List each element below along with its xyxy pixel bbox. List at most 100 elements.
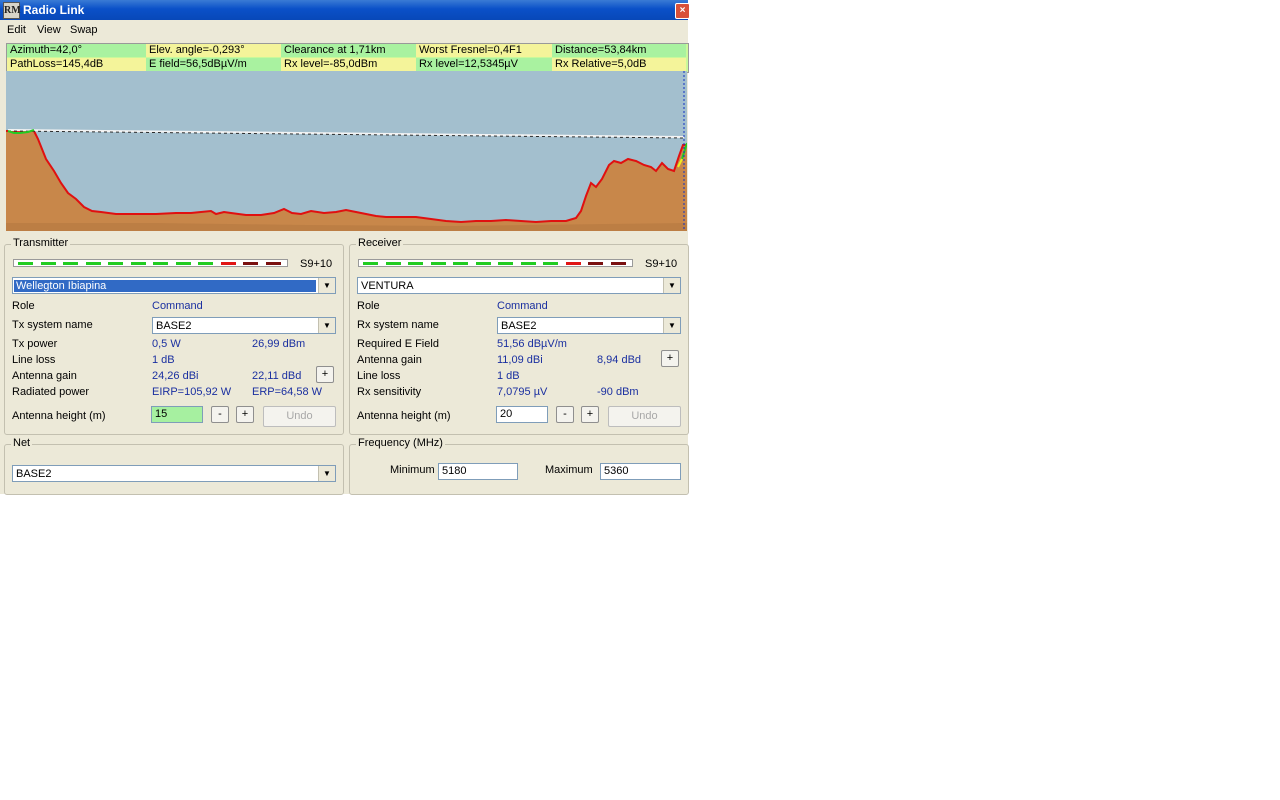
- close-button[interactable]: ×: [675, 3, 690, 19]
- rx-antenna-height-label: Antenna height (m): [357, 410, 451, 422]
- rx-sensitivity-dbm: -90 dBm: [597, 386, 639, 398]
- tx-role-value[interactable]: Command: [152, 300, 203, 312]
- chevron-down-icon[interactable]: ▼: [663, 278, 680, 293]
- net-group: Net BASE2 ▼: [4, 437, 344, 495]
- receiver-group: Receiver S9+10 VENTURA ▼ Role Command Rx…: [349, 237, 689, 435]
- rx-line-loss-value: 1 dB: [497, 370, 520, 382]
- rx-signal-label: S9+10: [645, 258, 678, 270]
- rx-level-uv-value: Rx level=12,5345µV: [416, 58, 552, 71]
- net-select[interactable]: BASE2 ▼: [12, 465, 336, 482]
- tx-undo-button[interactable]: Undo: [263, 406, 336, 427]
- receiver-select-value: VENTURA: [361, 280, 414, 292]
- meter-segment: [453, 262, 468, 265]
- rx-height-plus-button[interactable]: +: [581, 406, 599, 423]
- chevron-down-icon[interactable]: ▼: [663, 318, 680, 333]
- transmitter-select-value: Wellegton Ibiapina: [14, 280, 316, 292]
- tx-height-minus-button[interactable]: -: [211, 406, 229, 423]
- rx-role-label: Role: [357, 300, 380, 312]
- meter-segment: [520, 262, 536, 265]
- tx-line-loss-value: 1 dB: [152, 354, 175, 366]
- rx-antenna-gain-plus-button[interactable]: +: [661, 350, 679, 367]
- rx-undo-button[interactable]: Undo: [608, 406, 681, 427]
- meter-segment: [153, 262, 168, 265]
- meter-segment: [565, 262, 581, 265]
- rx-system-select[interactable]: BASE2 ▼: [497, 317, 681, 334]
- tx-antenna-gain-dbi: 24,26 dBi: [152, 370, 199, 382]
- frequency-maximum-input[interactable]: 5360: [600, 463, 681, 480]
- meter-segment: [588, 262, 603, 265]
- net-group-title: Net: [11, 437, 33, 449]
- net-select-value: BASE2: [16, 468, 52, 480]
- chevron-down-icon[interactable]: ▼: [318, 466, 335, 481]
- meter-segment: [40, 262, 56, 265]
- distance-value: Distance=53,84km: [552, 44, 686, 57]
- rx-role-value[interactable]: Command: [497, 300, 548, 312]
- title-bar[interactable]: RM Radio Link ×: [0, 0, 690, 20]
- tx-system-select-value: BASE2: [156, 320, 192, 332]
- meter-segment: [63, 262, 78, 265]
- meter-segment: [18, 262, 33, 265]
- window-title: Radio Link: [23, 3, 85, 17]
- meter-segment: [265, 262, 281, 265]
- radio-link-window: RM Radio Link × Edit View Swap Azimuth=4…: [0, 0, 690, 495]
- menu-view[interactable]: View: [37, 24, 61, 36]
- receiver-select[interactable]: VENTURA ▼: [357, 277, 681, 294]
- azimuth-value: Azimuth=42,0°: [7, 44, 146, 57]
- meter-segment: [220, 262, 236, 265]
- tx-antenna-height-label: Antenna height (m): [12, 410, 106, 422]
- tx-erp-value: ERP=64,58 W: [252, 386, 323, 398]
- tx-radiated-power-label: Radiated power: [12, 386, 90, 398]
- rx-level-dbm-value: Rx level=-85,0dBm: [281, 58, 416, 71]
- tx-signal-label: S9+10: [300, 258, 333, 270]
- elevation-angle-value: Elev. angle=-0,293°: [146, 44, 281, 57]
- menu-bar: Edit View Swap: [0, 20, 688, 40]
- meter-segment: [243, 262, 258, 265]
- rx-line-loss-label: Line loss: [357, 370, 401, 382]
- tx-power-label: Tx power: [12, 338, 58, 350]
- meter-segment: [175, 262, 191, 265]
- chevron-down-icon[interactable]: ▼: [318, 318, 335, 333]
- rx-antenna-gain-dbd: 8,94 dBd: [597, 354, 642, 366]
- tx-antenna-height-input[interactable]: 15: [151, 406, 203, 423]
- tx-antenna-gain-dbd: 22,11 dBd: [252, 370, 302, 382]
- menu-edit[interactable]: Edit: [7, 24, 26, 36]
- tx-system-name-label: Tx system name: [12, 319, 93, 331]
- meter-segment: [130, 262, 146, 265]
- meter-segment: [430, 262, 446, 265]
- frequency-minimum-input[interactable]: 5180: [438, 463, 518, 480]
- transmitter-select[interactable]: Wellegton Ibiapina ▼: [12, 277, 336, 294]
- rx-antenna-gain-label: Antenna gain: [357, 354, 422, 366]
- tx-antenna-gain-plus-button[interactable]: +: [316, 366, 334, 383]
- link-info-panel: Azimuth=42,0° Elev. angle=-0,293° Cleara…: [6, 43, 689, 73]
- meter-segment: [85, 262, 101, 265]
- path-loss-value: PathLoss=145,4dB: [7, 58, 146, 71]
- transmitter-group-title: Transmitter: [11, 237, 71, 249]
- tx-signal-meter: [13, 259, 288, 267]
- rx-height-minus-button[interactable]: -: [556, 406, 574, 423]
- tx-power-dbm-value: 26,99 dBm: [252, 338, 306, 350]
- radio-mobile-app-icon: RM: [3, 2, 21, 19]
- rx-antenna-gain-dbi: 11,09 dBi: [497, 354, 543, 366]
- meter-segment: [198, 262, 213, 265]
- tx-antenna-gain-label: Antenna gain: [12, 370, 77, 382]
- rx-relative-value: Rx Relative=5,0dB: [552, 58, 686, 71]
- meter-segment: [475, 262, 491, 265]
- meter-segment: [363, 262, 378, 265]
- rx-required-e-field-value: 51,56 dBµV/m: [497, 338, 567, 350]
- meter-segment: [385, 262, 401, 265]
- tx-height-plus-button[interactable]: +: [236, 406, 254, 423]
- meter-segment: [408, 262, 423, 265]
- frequency-group: Frequency (MHz) Minimum 5180 Maximum 536…: [349, 437, 689, 495]
- receiver-group-title: Receiver: [356, 237, 404, 249]
- rx-sensitivity-uv: 7,0795 µV: [497, 386, 548, 398]
- tx-system-select[interactable]: BASE2 ▼: [152, 317, 336, 334]
- menu-swap[interactable]: Swap: [70, 24, 98, 36]
- terrain-profile[interactable]: [6, 71, 687, 231]
- chevron-down-icon[interactable]: ▼: [318, 278, 335, 293]
- frequency-maximum-label: Maximum: [545, 464, 593, 476]
- rx-antenna-height-input[interactable]: 20: [496, 406, 548, 423]
- meter-segment: [610, 262, 626, 265]
- transmitter-group: Transmitter S9+10 Wellegton Ibiapina ▼ R…: [4, 237, 344, 435]
- rx-signal-meter: [358, 259, 633, 267]
- tx-role-label: Role: [12, 300, 35, 312]
